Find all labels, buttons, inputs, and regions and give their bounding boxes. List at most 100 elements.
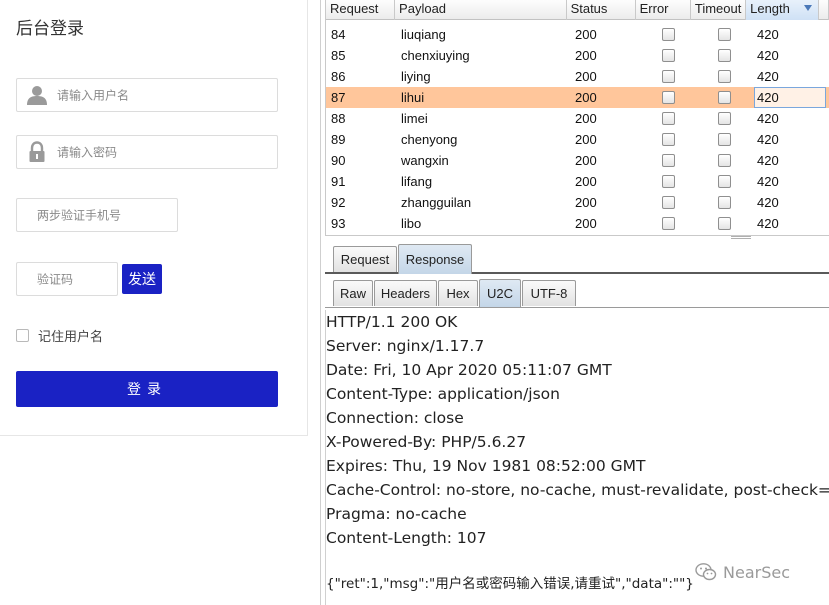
- cell-timeout: [696, 192, 752, 213]
- column-request[interactable]: Request: [326, 0, 396, 20]
- split-pane-handle[interactable]: [731, 236, 751, 239]
- table-row[interactable]: 86 liying 200 420: [326, 66, 829, 87]
- phone-input[interactable]: 两步验证手机号: [16, 198, 178, 232]
- password-input[interactable]: 请输入密码: [16, 135, 278, 169]
- tab-raw[interactable]: Raw: [333, 280, 373, 306]
- cell-length: 420: [752, 45, 826, 66]
- cell-payload: wangxin: [401, 153, 449, 168]
- table-row[interactable]: 84 liuqiang 200 420: [326, 24, 829, 45]
- tab-headers[interactable]: Headers: [374, 280, 437, 306]
- cell-payload: lifang: [401, 174, 433, 189]
- table-row[interactable]: 92 zhangguilan 200 420: [326, 192, 829, 213]
- table-row[interactable]: 85 chenxiuying 200 420: [326, 45, 829, 66]
- username-input[interactable]: 请输入用户名: [16, 78, 278, 112]
- response-line: Pragma: no-cache: [326, 505, 467, 523]
- column-payload[interactable]: Payload: [395, 0, 567, 20]
- cell-error: [640, 192, 696, 213]
- cell-status: 200: [575, 69, 597, 84]
- cell-length: 420: [752, 192, 826, 213]
- column-error[interactable]: Error: [636, 0, 691, 20]
- response-viewer[interactable]: HTTP/1.1 200 OK Server: nginx/1.17.7 Dat…: [325, 310, 829, 605]
- cell-error: [640, 66, 696, 87]
- burp-intruder-panel: Request Payload Status Error Timeout Len…: [320, 0, 829, 605]
- cell-length: 420: [752, 87, 826, 108]
- verification-code-input[interactable]: 验证码: [16, 262, 118, 296]
- table-row[interactable]: 93 libo 200 420: [326, 213, 829, 234]
- cell-error: [640, 87, 696, 108]
- remember-label: 记住用户名: [38, 329, 104, 344]
- column-timeout[interactable]: Timeout: [691, 0, 747, 20]
- cell-error: [640, 129, 696, 150]
- table-row[interactable]: 88 limei 200 420: [326, 108, 829, 129]
- cell-request: 85: [331, 48, 346, 63]
- cell-error: [640, 108, 696, 129]
- cell-status: 200: [575, 111, 597, 126]
- table-row[interactable]: 87 lihui 200 420: [326, 87, 829, 108]
- cell-request: 88: [331, 111, 346, 126]
- table-row[interactable]: 91 lifang 200 420: [326, 171, 829, 192]
- length-value: 420: [757, 111, 779, 126]
- cell-error: [640, 24, 696, 45]
- cell-timeout: [696, 87, 752, 108]
- error-checkbox: [661, 133, 675, 146]
- timeout-checkbox: [717, 154, 731, 167]
- cell-status: 200: [575, 153, 597, 168]
- timeout-checkbox: [717, 70, 731, 83]
- table-body: 84 liuqiang 200 420 85 chenxiuying 200 420 86 liy…: [326, 24, 829, 234]
- cell-status: 200: [575, 216, 597, 231]
- cell-timeout: [696, 171, 752, 192]
- remember-username[interactable]: 记住用户名: [16, 326, 103, 345]
- cell-payload: libo: [401, 216, 422, 231]
- cell-length: 420: [752, 129, 826, 150]
- timeout-checkbox: [717, 217, 731, 230]
- phone-placeholder: 两步验证手机号: [37, 208, 122, 223]
- cell-timeout: [696, 150, 752, 171]
- cell-payload: lihui: [401, 90, 425, 105]
- send-code-button[interactable]: 发送: [122, 264, 162, 294]
- timeout-checkbox: [717, 196, 731, 209]
- length-value: 420: [757, 27, 779, 42]
- remember-checkbox[interactable]: [16, 329, 29, 342]
- cell-status: 200: [575, 174, 597, 189]
- response-line: Date: Fri, 10 Apr 2020 05:11:07 GMT: [326, 361, 612, 379]
- column-length[interactable]: Length: [746, 0, 820, 20]
- cell-status: 200: [575, 27, 597, 42]
- cell-length: 420: [752, 66, 826, 87]
- tab-hex[interactable]: Hex: [438, 280, 478, 306]
- cell-request: 89: [331, 132, 346, 147]
- response-line: X-Powered-By: PHP/5.6.27: [326, 433, 527, 451]
- cell-request: 92: [331, 195, 346, 210]
- username-placeholder: 请输入用户名: [57, 88, 130, 103]
- tab-request[interactable]: Request: [333, 246, 397, 272]
- cell-timeout: [696, 129, 752, 150]
- error-checkbox: [661, 91, 675, 104]
- response-line: Connection: close: [326, 409, 464, 427]
- response-line: HTTP/1.1 200 OK: [326, 313, 458, 331]
- cell-length: 420: [752, 171, 826, 192]
- column-status[interactable]: Status: [567, 0, 636, 20]
- cell-request: 84: [331, 27, 346, 42]
- tab-response[interactable]: Response: [398, 244, 472, 274]
- cell-status: 200: [575, 48, 597, 63]
- column-extra[interactable]: [819, 0, 829, 20]
- cell-request: 93: [331, 216, 346, 231]
- length-value: 420: [757, 195, 779, 210]
- login-button[interactable]: 登录: [16, 371, 278, 407]
- sort-desc-icon: [804, 5, 813, 11]
- table-row[interactable]: 89 chenyong 200 420: [326, 129, 829, 150]
- tab-u2c[interactable]: U2C: [479, 279, 521, 307]
- table-row[interactable]: 90 wangxin 200 420: [326, 150, 829, 171]
- cell-timeout: [696, 24, 752, 45]
- cell-status: 200: [575, 132, 597, 147]
- length-value: 420: [757, 174, 779, 189]
- login-panel: 后台登录 请输入用户名 请输入密码 两步验证手机号 验证码 发送 记住用户名 登…: [0, 0, 308, 436]
- cell-length: 420: [752, 24, 826, 45]
- length-value: 420: [757, 48, 779, 63]
- message-tabs: Request Response: [325, 240, 829, 274]
- error-checkbox: [661, 70, 675, 83]
- cell-request: 87: [331, 90, 346, 105]
- cell-payload: chenyong: [401, 132, 458, 147]
- response-line: Expires: Thu, 19 Nov 1981 08:52:00 GMT: [326, 457, 646, 475]
- view-tabs: Raw Headers Hex U2C UTF-8: [325, 278, 829, 308]
- tab-utf8[interactable]: UTF-8: [522, 280, 576, 306]
